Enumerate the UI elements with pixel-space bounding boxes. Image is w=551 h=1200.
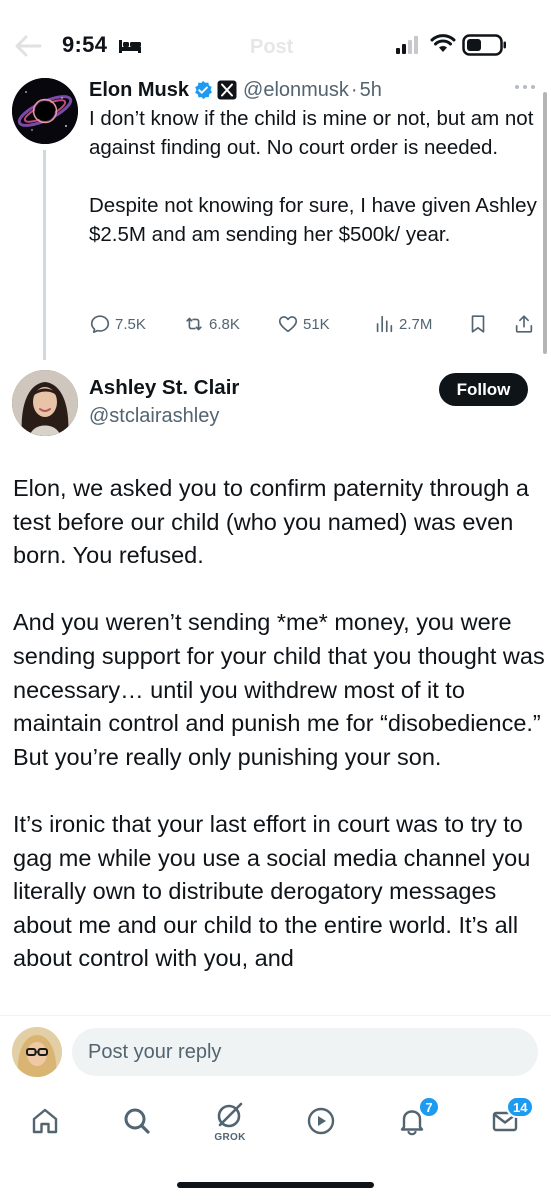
tweet-text: I don’t know if the child is mine or not… [89,104,541,249]
x-logo-icon [217,80,237,100]
tweet-paragraph: And you weren’t sending *me* money, you … [13,609,545,770]
share-icon [515,315,533,333]
bed-icon [119,40,141,53]
more-icon[interactable] [514,82,536,92]
like-count: 51K [303,315,330,333]
like-icon [278,316,298,333]
follow-button[interactable]: Follow [439,373,528,406]
repost-button[interactable]: 6.8K [183,310,240,338]
tweet-paragraph: It’s ironic that your last effort in cou… [13,810,531,972]
grok-label: GROK [214,1132,246,1143]
scrollbar[interactable] [543,92,547,354]
search-icon [124,1108,150,1134]
page-title: Post [250,36,294,58]
status-time: 9:54 [62,32,108,57]
bookmark-button[interactable] [467,310,493,338]
separator-dot: · [350,78,358,101]
nav-home[interactable] [22,1098,68,1144]
reply-input[interactable] [72,1028,538,1076]
status-bar: Post 9:54 [0,0,551,70]
grok-icon [217,1102,243,1128]
reply-bar [0,1015,551,1085]
notifications-badge: 7 [418,1096,440,1118]
home-indicator [177,1182,374,1188]
avatar[interactable] [12,78,78,144]
battery-icon [462,34,506,56]
avatar-image [12,370,78,436]
tweet-paragraph: Despite not knowing for sure, I have giv… [89,194,537,246]
tweet-text: Elon, we asked you to confirm paternity … [13,472,545,1010]
bookmark-icon [471,315,485,333]
messages-badge: 14 [506,1096,535,1118]
nav-video[interactable] [298,1098,344,1144]
avatar-image [12,78,78,144]
author-handle[interactable]: @elonmusk [243,79,349,102]
tweet-header: Elon Musk @elonmusk · 5h [89,76,382,104]
like-button[interactable]: 51K [277,310,330,338]
reply-count: 7.5K [115,315,146,333]
play-icon [307,1107,335,1135]
views-icon [376,315,393,333]
reply-icon [90,315,110,334]
tweet-paragraph: Elon, we asked you to confirm paternity … [13,475,529,569]
nav-search[interactable] [114,1098,160,1144]
home-icon [32,1108,58,1134]
avatar[interactable] [12,370,78,436]
author-name[interactable]: Ashley St. Clair [89,376,239,400]
share-button[interactable] [513,310,539,338]
author-handle[interactable]: @stclairashley [89,405,219,428]
back-arrow-icon[interactable] [14,34,42,58]
views-button[interactable]: 2.7M [373,310,432,338]
tweet-paragraph: I don’t know if the child is mine or not… [89,107,534,159]
reply-button[interactable]: 7.5K [89,310,146,338]
views-count: 2.7M [399,315,433,333]
avatar-image [12,1027,62,1077]
tweet-actions: 7.5K 6.8K 51K 2.7M [89,310,539,338]
repost-count: 6.8K [209,315,240,333]
tweet-time[interactable]: 5h [360,79,382,102]
author-name[interactable]: Elon Musk [89,79,189,102]
repost-icon [186,317,202,331]
avatar[interactable] [12,1027,62,1077]
signal-icon [396,36,418,54]
thread-line [43,150,46,360]
wifi-icon [430,34,456,52]
verified-icon [195,80,213,100]
